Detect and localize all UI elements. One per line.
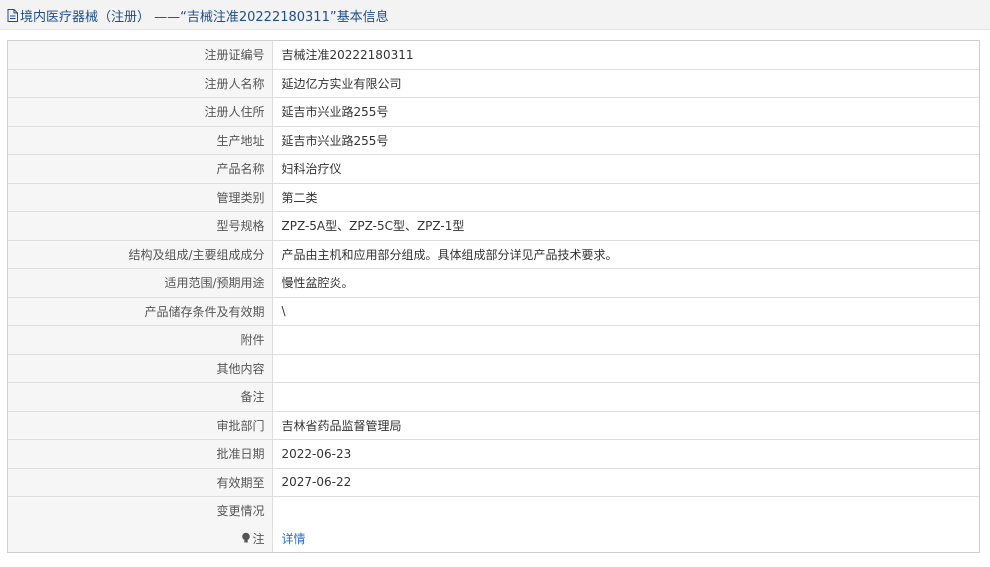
row-value: 慢性盆腔炎。 bbox=[272, 268, 979, 298]
table-row: 适用范围/预期用途 慢性盆腔炎。 bbox=[8, 268, 979, 298]
row-label: 管理类别 bbox=[8, 183, 273, 212]
table-row: 其他内容 bbox=[8, 354, 979, 383]
table-row: 批准日期 2022-06-23 bbox=[8, 439, 979, 469]
row-label: 注册人名称 bbox=[8, 69, 273, 98]
table-row-note: 注 详情 bbox=[8, 524, 979, 553]
row-label: 备注 bbox=[8, 382, 273, 412]
row-value: 延吉市兴业路255号 bbox=[272, 97, 979, 127]
row-label: 注册证编号 bbox=[8, 41, 273, 70]
row-value: 第二类 bbox=[272, 183, 979, 212]
row-value bbox=[272, 382, 979, 412]
table-row: 型号规格 ZPZ-5A型、ZPZ-5C型、ZPZ-1型 bbox=[8, 211, 979, 241]
row-label: 注册人住所 bbox=[8, 97, 273, 127]
page-header: 境内医疗器械（注册） ——“吉械注准20222180311”基本信息 bbox=[0, 0, 990, 30]
row-value: ZPZ-5A型、ZPZ-5C型、ZPZ-1型 bbox=[272, 211, 979, 241]
row-label: 产品名称 bbox=[8, 154, 273, 184]
table-row: 有效期至 2027-06-22 bbox=[8, 468, 979, 497]
details-link[interactable]: 详情 bbox=[282, 532, 306, 546]
row-value-note: 详情 bbox=[272, 525, 979, 553]
row-label: 产品储存条件及有效期 bbox=[8, 297, 273, 326]
info-table: 注册证编号 吉械注准20222180311 注册人名称 延边亿方实业有限公司 注册人住所… bbox=[8, 41, 979, 552]
row-label: 有效期至 bbox=[8, 468, 273, 497]
row-value bbox=[272, 354, 979, 383]
note-label: 注 bbox=[252, 531, 265, 546]
table-row: 备注 bbox=[8, 382, 979, 412]
page-title: 境内医疗器械（注册） ——“吉械注准20222180311”基本信息 bbox=[20, 9, 389, 25]
table-row: 注册人名称 延边亿方实业有限公司 bbox=[8, 69, 979, 98]
row-label: 附件 bbox=[8, 325, 273, 355]
table-row: 附件 bbox=[8, 325, 979, 355]
row-value bbox=[272, 325, 979, 355]
table-row: 审批部门 吉林省药品监督管理局 bbox=[8, 411, 979, 440]
table-row: 产品储存条件及有效期 \ bbox=[8, 297, 979, 326]
row-value: 2022-06-23 bbox=[272, 439, 979, 469]
row-value: 吉林省药品监督管理局 bbox=[272, 411, 979, 440]
row-value: 产品由主机和应用部分组成。具体组成部分详见产品技术要求。 bbox=[272, 240, 979, 269]
row-label: 适用范围/预期用途 bbox=[8, 268, 273, 298]
row-label: 结构及组成/主要组成成分 bbox=[8, 240, 273, 269]
table-row: 管理类别 第二类 bbox=[8, 183, 979, 212]
bulb-icon bbox=[242, 532, 251, 543]
row-value bbox=[272, 497, 979, 525]
row-label-note: 注 bbox=[8, 524, 273, 552]
row-label: 审批部门 bbox=[8, 411, 273, 440]
row-value: \ bbox=[272, 297, 979, 326]
row-value: 延边亿方实业有限公司 bbox=[272, 69, 979, 98]
row-label: 批准日期 bbox=[8, 439, 273, 469]
row-label: 生产地址 bbox=[8, 126, 273, 155]
row-label: 其他内容 bbox=[8, 354, 273, 383]
document-icon bbox=[7, 8, 18, 22]
table-row: 结构及组成/主要组成成分 产品由主机和应用部分组成。具体组成部分详见产品技术要求。 bbox=[8, 240, 979, 269]
row-value: 2027-06-22 bbox=[272, 468, 979, 497]
row-label: 型号规格 bbox=[8, 211, 273, 241]
row-value: 妇科治疗仪 bbox=[272, 154, 979, 184]
table-row: 变更情况 bbox=[8, 496, 979, 525]
table-row: 注册人住所 延吉市兴业路255号 bbox=[8, 97, 979, 127]
table-row: 产品名称 妇科治疗仪 bbox=[8, 154, 979, 184]
row-value: 延吉市兴业路255号 bbox=[272, 126, 979, 155]
table-row: 生产地址 延吉市兴业路255号 bbox=[8, 126, 979, 155]
table-row: 注册证编号 吉械注准20222180311 bbox=[8, 41, 979, 70]
info-panel: 注册证编号 吉械注准20222180311 注册人名称 延边亿方实业有限公司 注册人住所… bbox=[7, 40, 980, 553]
row-label: 变更情况 bbox=[8, 496, 273, 525]
row-value: 吉械注准20222180311 bbox=[272, 41, 979, 70]
